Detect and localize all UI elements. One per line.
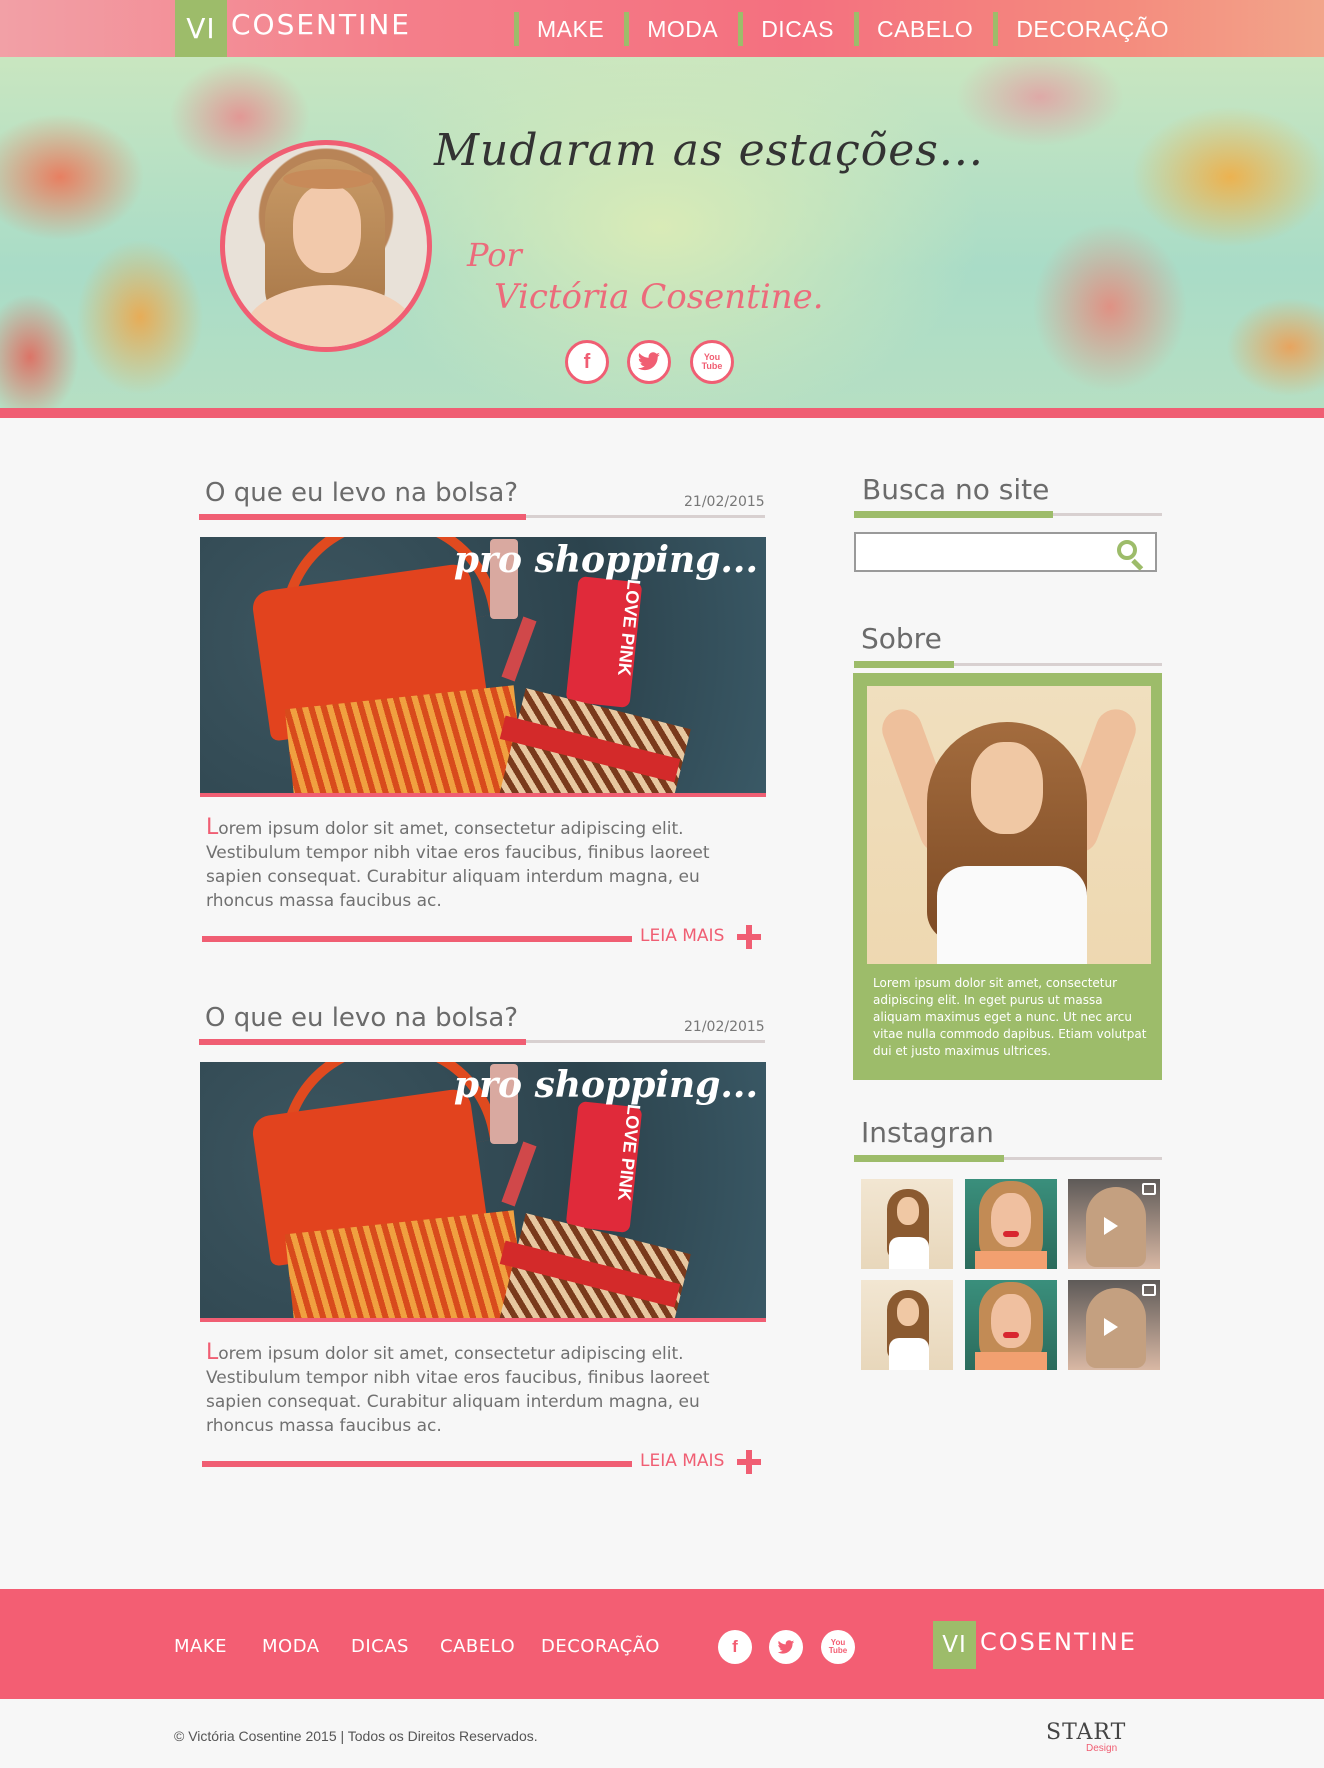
twitter-icon[interactable]	[627, 340, 671, 384]
read-more-link[interactable]: LEIA MAIS	[640, 1451, 724, 1471]
post-title[interactable]: O que eu levo na bolsa?	[205, 478, 518, 508]
about-title-accent	[854, 661, 954, 668]
camera-icon	[1142, 1183, 1156, 1195]
play-icon	[1104, 1318, 1118, 1336]
about-title: Sobre	[861, 622, 942, 655]
youtube-icon[interactable]: You Tube	[690, 340, 734, 384]
footer-nav-make[interactable]: MAKE	[174, 1636, 227, 1657]
nav-make[interactable]: MAKE	[514, 12, 624, 46]
read-more-link[interactable]: LEIA MAIS	[640, 926, 724, 946]
image-caption: pro shopping...	[453, 1064, 758, 1106]
hero-title: Mudaram as estações...	[434, 125, 984, 176]
instagram-thumb[interactable]	[861, 1179, 953, 1269]
site-logo[interactable]: VI COSENTINE	[175, 0, 411, 57]
credit-text: START	[1046, 1720, 1127, 1745]
instagram-thumb[interactable]	[965, 1179, 1057, 1269]
hero-divider	[0, 408, 1324, 418]
nav-decoracao[interactable]: DECORAÇÃO	[993, 12, 1189, 46]
plus-icon[interactable]	[737, 1450, 761, 1474]
logo-vi: VI	[175, 0, 227, 57]
instagram-thumb[interactable]	[1068, 1179, 1160, 1269]
footer-facebook-icon[interactable]: f	[718, 1630, 752, 1664]
instagram-title: Instagran	[861, 1116, 994, 1149]
nav-dicas[interactable]: DICAS	[738, 12, 854, 46]
credit-sub: Design	[1086, 1743, 1118, 1754]
camera-icon	[1142, 1284, 1156, 1296]
post-excerpt: Lorem ipsum dolor sit amet, consectetur …	[206, 815, 710, 912]
hero-by: Por	[467, 236, 522, 274]
footer-nav-dicas[interactable]: DICAS	[351, 1636, 409, 1657]
logo-name: COSENTINE	[231, 8, 411, 41]
copyright: © Victória Cosentine 2015 | Todos os Dir…	[174, 1728, 538, 1744]
post-image[interactable]: LOVE PINK pro shopping...	[200, 1062, 766, 1322]
hero-author: Victória Cosentine.	[494, 277, 824, 317]
read-more-rule	[202, 1461, 632, 1467]
instagram-thumb[interactable]	[965, 1280, 1057, 1370]
read-more-rule	[202, 936, 632, 942]
about-text: Lorem ipsum dolor sit amet, consectetur …	[873, 976, 1147, 1058]
footer-nav-decoracao[interactable]: DECORAÇÃO	[541, 1636, 660, 1657]
play-icon	[1104, 1217, 1118, 1235]
facebook-icon[interactable]: f	[565, 340, 609, 384]
search-icon[interactable]	[1115, 538, 1145, 571]
about-card: Lorem ipsum dolor sit amet, consectetur …	[853, 673, 1162, 1080]
instagram-thumb[interactable]	[861, 1280, 953, 1370]
post-title[interactable]: O que eu levo na bolsa?	[205, 1003, 518, 1033]
instagram-thumb[interactable]	[1068, 1280, 1160, 1370]
main-nav: MAKE MODA DICAS CABELO DECORAÇÃO	[514, 12, 1189, 46]
about-photo	[867, 686, 1151, 964]
search-title: Busca no site	[862, 473, 1050, 506]
post-excerpt: Lorem ipsum dolor sit amet, consectetur …	[206, 1340, 710, 1437]
post-title-accent	[199, 514, 526, 520]
author-avatar	[220, 140, 432, 352]
credit-logo[interactable]: START	[1046, 1720, 1126, 1745]
post-image[interactable]: LOVE PINK pro shopping...	[200, 537, 766, 797]
logo-vi: VI	[933, 1621, 976, 1669]
image-caption: pro shopping...	[453, 539, 758, 581]
search-input[interactable]	[854, 532, 1157, 572]
footer-youtube-icon[interactable]: You Tube	[821, 1630, 855, 1664]
footer-twitter-icon[interactable]	[769, 1630, 803, 1664]
search-title-accent	[854, 511, 1053, 518]
nav-cabelo[interactable]: CABELO	[853, 12, 993, 46]
footer-logo[interactable]: VI COSENTINE	[933, 1621, 1137, 1669]
post-date: 21/02/2015	[684, 1019, 765, 1035]
nav-moda[interactable]: MODA	[624, 12, 738, 46]
plus-icon[interactable]	[737, 925, 761, 949]
footer-nav-cabelo[interactable]: CABELO	[440, 1636, 515, 1657]
logo-name: COSENTINE	[980, 1628, 1137, 1656]
instagram-title-accent	[854, 1155, 1004, 1162]
post-title-accent	[199, 1039, 526, 1045]
footer-nav-moda[interactable]: MODA	[262, 1636, 320, 1657]
post-date: 21/02/2015	[684, 494, 765, 510]
